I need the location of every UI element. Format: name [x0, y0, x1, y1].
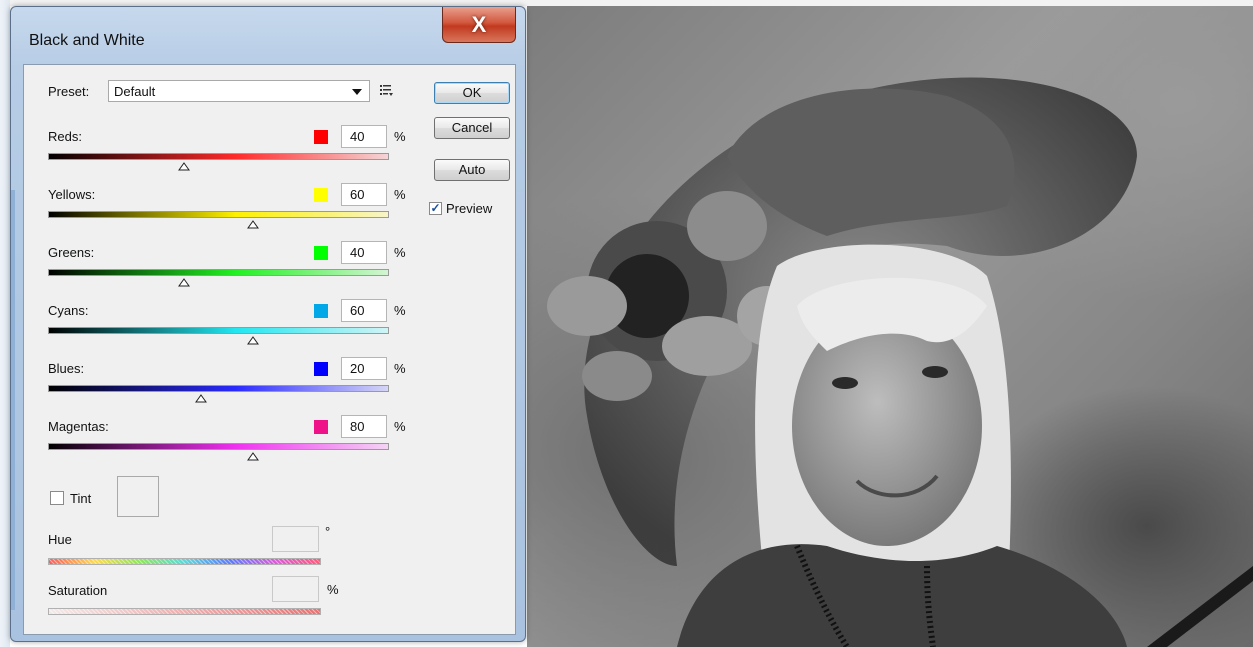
preview-label[interactable]: Preview: [446, 201, 492, 216]
saturation-label: Saturation: [48, 583, 108, 598]
blues-slider-track[interactable]: [48, 385, 389, 392]
blues-value-input[interactable]: 20: [341, 357, 387, 380]
magentas-slider-track[interactable]: [48, 443, 389, 450]
tint-label[interactable]: Tint: [70, 491, 91, 506]
magentas-percent-sign: %: [394, 419, 406, 434]
hue-unit: °: [325, 524, 331, 539]
reds-percent-sign: %: [394, 129, 406, 144]
preset-label: Preset:: [48, 84, 90, 99]
preset-select[interactable]: Default: [108, 80, 370, 102]
yellows-percent-sign: %: [394, 187, 406, 202]
yellows-value-input[interactable]: 60: [341, 183, 387, 206]
greens-label: Greens:: [48, 245, 95, 260]
photo-canvas: [527, 6, 1253, 647]
hue-label: Hue: [48, 532, 72, 547]
magentas-label: Magentas:: [48, 419, 109, 434]
magentas-value-input[interactable]: 80: [341, 415, 387, 438]
reds-slider-track[interactable]: [48, 153, 389, 160]
auto-button[interactable]: Auto: [434, 159, 510, 181]
dialog-title: Black and White: [29, 32, 145, 49]
cyans-label: Cyans:: [48, 303, 89, 318]
yellows-slider-track[interactable]: [48, 211, 389, 218]
greens-color-swatch: [314, 246, 328, 260]
blues-percent-sign: %: [394, 361, 406, 376]
ok-button[interactable]: OK: [434, 82, 510, 104]
hue-slider[interactable]: [48, 558, 321, 565]
cyans-value-input[interactable]: 60: [341, 299, 387, 322]
reds-value-input[interactable]: 40: [341, 125, 387, 148]
greens-slider-track[interactable]: [48, 269, 389, 276]
hue-input[interactable]: [272, 526, 319, 552]
yellows-label: Yellows:: [48, 187, 96, 202]
checkmark-icon: ✓: [430, 201, 441, 215]
tint-checkbox[interactable]: [50, 491, 64, 505]
tint-color-swatch[interactable]: [117, 476, 159, 517]
preset-options-icon[interactable]: [379, 82, 395, 98]
greens-value-input[interactable]: 40: [341, 241, 387, 264]
greens-percent-sign: %: [394, 245, 406, 260]
saturation-slider[interactable]: [48, 608, 321, 615]
window-edge-highlight: [11, 190, 15, 610]
preset-value: Default: [114, 84, 156, 99]
cyans-color-swatch: [314, 304, 328, 318]
close-button[interactable]: X: [442, 7, 516, 43]
cyans-slider-track[interactable]: [48, 327, 389, 334]
reds-label: Reds:: [48, 129, 82, 144]
magentas-color-swatch: [314, 420, 328, 434]
dialog-content: Preset: Default OK Cancel Auto ✓ Preview…: [23, 64, 516, 635]
blues-label: Blues:: [48, 361, 85, 376]
yellows-color-swatch: [314, 188, 328, 202]
saturation-unit: %: [327, 582, 339, 597]
reds-color-swatch: [314, 130, 328, 144]
saturation-input[interactable]: [272, 576, 319, 602]
cyans-percent-sign: %: [394, 303, 406, 318]
desktop-left-strip: [0, 0, 10, 647]
blues-color-swatch: [314, 362, 328, 376]
preview-checkbox[interactable]: ✓: [429, 202, 442, 215]
chevron-down-icon: [352, 89, 362, 95]
close-icon: X: [471, 11, 487, 37]
black-and-white-dialog: Black and White X Preset: Default OK Can…: [10, 6, 526, 642]
photo-illustration: [547, 77, 1253, 647]
cancel-button[interactable]: Cancel: [434, 117, 510, 139]
